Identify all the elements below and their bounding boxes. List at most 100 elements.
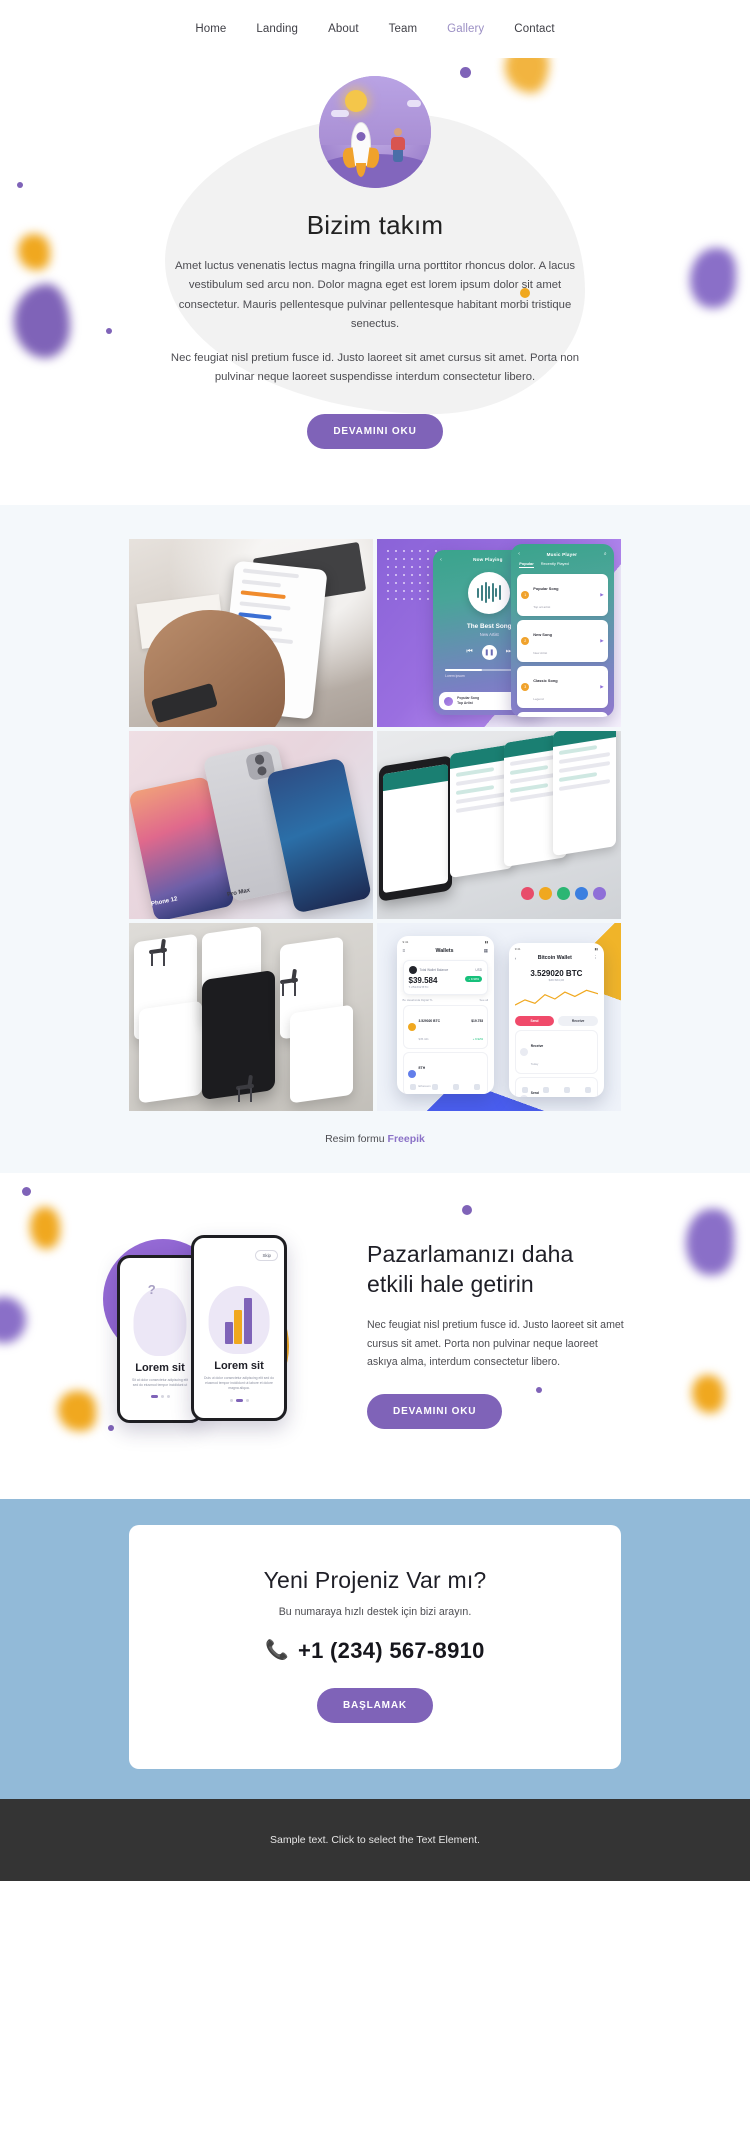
image-credit: Resim formu Freepik xyxy=(0,1133,750,1145)
detail-sub: $39.584,00 xyxy=(548,978,565,983)
gallery-item-furniture-app[interactable] xyxy=(129,922,373,1111)
detail-amount: 3.529020 BTC xyxy=(530,969,583,979)
music-note-icon xyxy=(444,696,454,706)
tab-popular[interactable]: Popular xyxy=(519,561,534,569)
album-art-waveform xyxy=(468,571,511,614)
music-playlist-screen: ‹ Music Player ⌕ Popular Recently Played… xyxy=(511,544,614,718)
gallery-item-crypto-wallet[interactable]: 9:41 ▮▮ ≡ Wallets ▦ Total Wallet Balance … xyxy=(377,922,621,1111)
deco-blob-purple-mk-right xyxy=(686,1208,734,1275)
hero-paragraph-1: Amet luctus venenatis lectus magna fring… xyxy=(175,260,575,331)
hero-section: Bizim takım Amet luctus venenatis lectus… xyxy=(0,58,750,505)
balance-label: Total Wallet Balance xyxy=(419,967,449,972)
status-bar-time: 9:41 xyxy=(402,939,409,944)
nav-item-landing[interactable]: Landing xyxy=(256,23,298,35)
section-label: Bu Hesabında Digital TL xyxy=(402,997,433,1002)
wallet-avatar-icon xyxy=(408,965,417,974)
deco-blob-orange-mk-bottom xyxy=(58,1390,96,1431)
nav-item-team[interactable]: Team xyxy=(389,23,418,35)
see-all-link[interactable]: See all xyxy=(480,998,489,1002)
skip-button[interactable]: Skip xyxy=(255,1249,278,1261)
track-row[interactable]: 4 Night SongNew Artist ▶ xyxy=(517,712,608,718)
marketing-copy: Pazarlamanızı daha etkili hale getirin N… xyxy=(367,1234,655,1429)
gallery-section: ‹ Now Playing ☰ The Best Song New Artist… xyxy=(0,504,750,1173)
back-chevron-icon: ‹ xyxy=(440,556,442,563)
balance-amount: $39.584 xyxy=(408,975,438,985)
track-title: Classic Song xyxy=(533,678,558,684)
onboarding-body-right: Duis ut dolor consectetur adipiscing eli… xyxy=(204,1375,274,1391)
coin-title: 3.529020 BTC xyxy=(418,1018,440,1023)
coin-value: $19.753 xyxy=(471,1018,484,1023)
filter-icon: ≡ xyxy=(402,948,406,954)
balance-sub-amount: 7.251332 BTC xyxy=(408,984,429,989)
back-chevron-icon-2: ‹ xyxy=(518,551,520,558)
track-row[interactable]: 2 New Song New Artist ▶ xyxy=(517,620,608,663)
track-row[interactable]: 1 Popular Song Top art artist ▶ xyxy=(517,574,608,617)
play-icon[interactable]: ▶ xyxy=(600,638,603,644)
rocket-illustration xyxy=(319,76,431,188)
cta-phone-row[interactable]: 📞 +1 (234) 567-8910 xyxy=(153,1638,597,1664)
tab-recently-played[interactable]: Recently Played xyxy=(541,561,569,568)
page-root: Home Landing About Team Gallery Contact xyxy=(0,0,750,1881)
previous-track-icon[interactable]: ⏮ xyxy=(466,648,472,656)
gallery-item-phones-pastel[interactable]: Phone 12 Pro Max xyxy=(129,730,373,919)
deco-blob-orange-mk-right xyxy=(692,1374,724,1413)
send-button[interactable]: Send xyxy=(514,1016,555,1027)
hero-read-more-button[interactable]: DEVAMINI OKU xyxy=(307,413,443,449)
search-icon: ⌕ xyxy=(603,551,607,558)
scan-icon: ▦ xyxy=(483,947,489,953)
receive-button[interactable]: Receive xyxy=(558,1016,598,1027)
nav-item-contact[interactable]: Contact xyxy=(514,23,554,35)
main-navigation: Home Landing About Team Gallery Contact xyxy=(0,0,750,58)
cta-card: Yeni Projeniz Var mı? Bu numaraya hızlı … xyxy=(129,1524,621,1769)
more-icon[interactable]: ⋮ xyxy=(593,955,598,961)
nav-item-about[interactable]: About xyxy=(328,23,359,35)
back-icon[interactable]: ‹ xyxy=(515,956,517,961)
nav-item-home[interactable]: Home xyxy=(195,23,226,35)
price-chart xyxy=(514,986,599,1012)
deco-dot-purple-mk1 xyxy=(22,1186,31,1196)
track-artist: Top art artist xyxy=(533,605,551,610)
track-artist: Legend xyxy=(533,697,544,702)
bottom-nav[interactable] xyxy=(403,1083,489,1090)
marketing-heading-line1: Pazarlamanızı daha xyxy=(367,1241,574,1268)
marketing-read-more-button[interactable]: DEVAMINI OKU xyxy=(367,1393,503,1429)
gallery-item-hand-holding-phone[interactable] xyxy=(129,538,373,727)
hero-paragraph-2: Nec feugiat nisl pretium fusce id. Justo… xyxy=(170,351,580,384)
cta-subtext: Bu numaraya hızlı destek için bizi arayı… xyxy=(278,1605,472,1618)
track-number: 2 xyxy=(521,637,530,646)
marketing-paragraph: Nec feugiat nisl pretium fusce id. Justo… xyxy=(367,1319,624,1369)
nav-item-gallery[interactable]: Gallery xyxy=(447,23,484,35)
cta-start-button[interactable]: BAŞLAMAK xyxy=(316,1687,434,1723)
wallet-detail-title: Bitcoin Wallet xyxy=(537,955,572,962)
wallet-overview-screen: 9:41 ▮▮ ≡ Wallets ▦ Total Wallet Balance … xyxy=(396,935,495,1094)
play-icon[interactable]: ▶ xyxy=(600,684,603,690)
footer-song-title: Popular Song xyxy=(457,696,480,701)
cta-phone-number[interactable]: +1 (234) 567-8910 xyxy=(298,1638,485,1664)
wallets-title: Wallets xyxy=(435,947,454,954)
onboarding-screen-right: Skip Lorem sit Duis ut dolor consectetur… xyxy=(191,1234,287,1421)
footer-text: Sample text. Click to select the Text El… xyxy=(270,1833,480,1846)
track-number: 3 xyxy=(521,683,530,692)
cta-heading: Yeni Projeniz Var mı? xyxy=(263,1566,487,1593)
play-icon[interactable]: ▶ xyxy=(600,592,603,598)
pause-button-icon[interactable]: ❚❚ xyxy=(481,644,497,660)
freepik-link[interactable]: Freepik xyxy=(388,1133,425,1145)
marketing-illustration: ? Lorem sit Sit at dolor consectetur adi… xyxy=(95,1217,345,1447)
gallery-item-music-player[interactable]: ‹ Now Playing ☰ The Best Song New Artist… xyxy=(377,538,621,727)
balance-change-badge: + 9.99% xyxy=(465,976,483,983)
hero-heading: Bizim takım xyxy=(306,210,444,240)
coin-list-item[interactable]: 3.529020 BTC $35.441 $19.753 + 9.92% xyxy=(402,1004,489,1049)
coin-sub: $35.441 xyxy=(418,1036,429,1041)
track-title: New Song xyxy=(533,632,553,638)
bottom-nav-2[interactable] xyxy=(515,1087,598,1094)
marketing-section: ? Lorem sit Sit at dolor consectetur adi… xyxy=(0,1172,750,1499)
transaction-row[interactable]: Receive Today xyxy=(514,1030,598,1075)
gallery-item-chat-screens[interactable] xyxy=(377,730,621,919)
gallery-grid: ‹ Now Playing ☰ The Best Song New Artist… xyxy=(129,538,621,1111)
track-row[interactable]: 3 Classic Song Legend ▶ xyxy=(517,666,608,709)
footer: Sample text. Click to select the Text El… xyxy=(0,1798,750,1881)
coin-change: + 9.92% xyxy=(472,1036,484,1041)
currency-select[interactable]: USD xyxy=(475,968,482,972)
wallet-detail-screen: 9:41 ▮▮ ‹ Bitcoin Wallet ⋮ 3.529020 BTC $… xyxy=(508,943,604,1098)
deco-dot-purple-mk2 xyxy=(462,1204,472,1215)
